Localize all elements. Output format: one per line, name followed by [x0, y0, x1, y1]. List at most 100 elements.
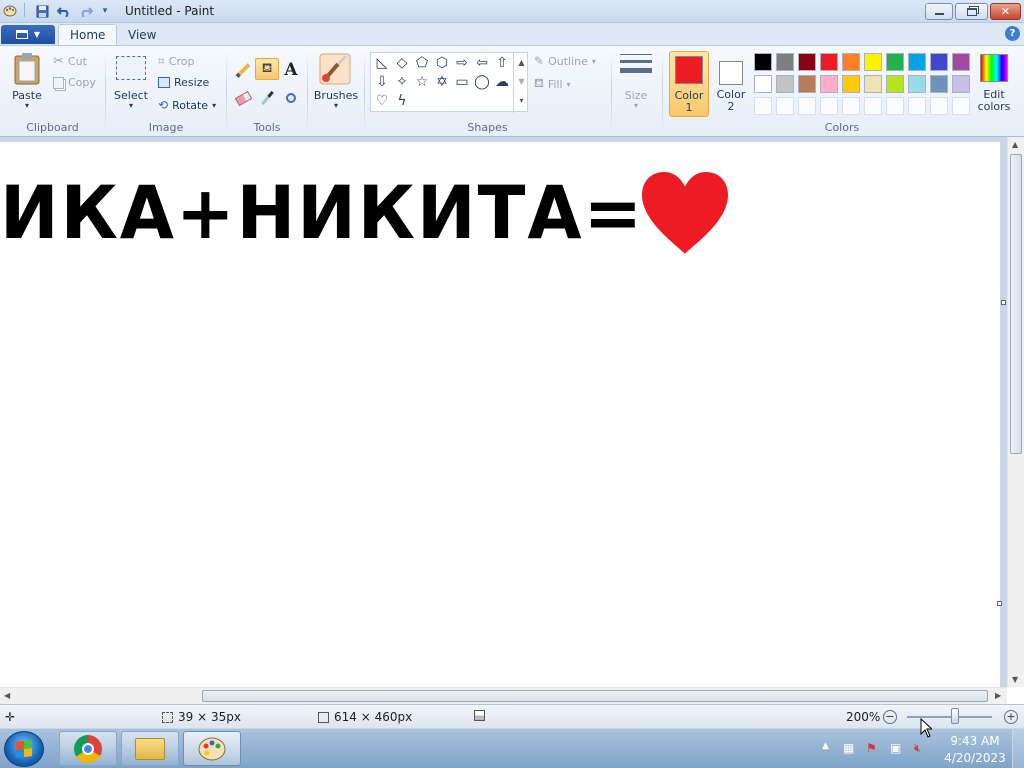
palette-custom-slot[interactable] — [952, 97, 970, 115]
palette-custom-slot[interactable] — [798, 97, 816, 115]
eraser-tool[interactable] — [233, 87, 253, 109]
canvas-resize-handle[interactable] — [997, 601, 1002, 606]
palette-swatch[interactable] — [886, 53, 904, 71]
diamond-icon[interactable]: ◇ — [393, 54, 411, 72]
paste-button[interactable] — [12, 52, 42, 86]
arrow-down-icon[interactable]: ⇩ — [373, 73, 391, 91]
size-dropdown-icon[interactable]: ▾ — [616, 101, 656, 110]
scroll-down-icon[interactable]: ▼ — [514, 72, 529, 91]
oval-callout-icon[interactable]: ◯ — [473, 73, 491, 91]
palette-custom-slot[interactable] — [886, 97, 904, 115]
zoom-in-button[interactable]: + — [1004, 710, 1018, 724]
five-point-star-icon[interactable]: ☆ — [413, 73, 431, 91]
horizontal-scroll-thumb[interactable] — [202, 690, 988, 702]
taskbar-explorer[interactable] — [121, 731, 179, 766]
palette-swatch[interactable] — [886, 75, 904, 93]
text-tool[interactable]: A — [281, 59, 301, 81]
drawing-canvas[interactable]: ИКА+НИКИТА= — [0, 142, 1000, 687]
paint-menu-button[interactable]: ▼ — [1, 25, 55, 44]
minimize-button[interactable] — [925, 3, 953, 20]
taskbar-clock[interactable]: 9:43 AM 4/20/2023 — [940, 733, 1010, 767]
palette-custom-slot[interactable] — [908, 97, 926, 115]
gallery-expand-icon[interactable]: ▾ — [514, 91, 529, 110]
palette-custom-slot[interactable] — [864, 97, 882, 115]
palette-custom-slot[interactable] — [842, 97, 860, 115]
palette-swatch[interactable] — [754, 75, 772, 93]
zoom-slider-thumb[interactable] — [951, 708, 959, 724]
palette-swatch[interactable] — [952, 75, 970, 93]
taskbar-paint[interactable] — [183, 731, 241, 766]
palette-swatch[interactable] — [820, 53, 838, 71]
palette-swatch[interactable] — [842, 75, 860, 93]
horizontal-scrollbar[interactable]: ◀ ▶ — [0, 687, 1007, 704]
arrow-right-icon[interactable]: ⇨ — [453, 54, 471, 72]
vertical-scroll-thumb[interactable] — [1010, 154, 1022, 454]
palette-swatch[interactable] — [754, 53, 772, 71]
palette-swatch[interactable] — [798, 75, 816, 93]
palette-custom-slot[interactable] — [930, 97, 948, 115]
restore-button[interactable] — [955, 3, 988, 20]
qat-customize-icon[interactable]: ▾ — [98, 3, 112, 19]
arrow-up-icon[interactable]: ⇧ — [493, 54, 511, 72]
rotate-button[interactable]: ⟲ Rotate ▾ — [158, 98, 216, 112]
close-button[interactable]: ✕ — [990, 3, 1021, 20]
palette-swatch[interactable] — [798, 53, 816, 71]
palette-swatch[interactable] — [864, 75, 882, 93]
palette-swatch[interactable] — [864, 53, 882, 71]
color1-button[interactable]: Color 1 — [669, 51, 709, 117]
start-button[interactable] — [4, 731, 44, 767]
save-icon[interactable] — [34, 3, 50, 19]
scroll-left-icon[interactable]: ◀ — [4, 691, 10, 700]
tray-volume-muted-icon[interactable]: 🔇︎ — [914, 741, 922, 756]
palette-swatch[interactable] — [930, 53, 948, 71]
fill-tool[interactable]: ⛾ — [255, 58, 279, 80]
scroll-up-icon[interactable]: ▲ — [514, 53, 529, 72]
copy-button[interactable]: Copy — [53, 76, 96, 89]
six-point-star-icon[interactable]: ✡ — [433, 73, 451, 91]
palette-swatch[interactable] — [908, 75, 926, 93]
magnifier-tool[interactable] — [281, 87, 301, 109]
palette-swatch[interactable] — [776, 53, 794, 71]
paint-app-icon[interactable] — [2, 3, 18, 19]
canvas-resize-handle[interactable] — [1001, 300, 1006, 305]
palette-custom-slot[interactable] — [754, 97, 772, 115]
cloud-callout-icon[interactable]: ☁ — [493, 73, 511, 91]
redo-icon[interactable] — [78, 3, 94, 19]
brushes-dropdown-icon[interactable]: ▾ — [313, 101, 359, 110]
palette-custom-slot[interactable] — [776, 97, 794, 115]
help-icon[interactable]: ? — [1005, 26, 1020, 41]
scroll-up-icon[interactable]: ▲ — [1012, 140, 1018, 149]
tab-home[interactable]: Home — [58, 24, 118, 45]
palette-swatch[interactable] — [820, 75, 838, 93]
size-button[interactable] — [620, 54, 652, 73]
arrow-left-icon[interactable]: ⇦ — [473, 54, 491, 72]
palette-swatch[interactable] — [952, 53, 970, 71]
select-button[interactable] — [116, 56, 146, 80]
tray-network-icon[interactable]: ▦ — [843, 741, 854, 755]
brushes-button[interactable] — [318, 52, 352, 86]
undo-icon[interactable] — [56, 3, 72, 19]
right-triangle-icon[interactable]: ◺ — [373, 54, 391, 72]
palette-swatch[interactable] — [930, 75, 948, 93]
cut-button[interactable]: ✂ Cut — [53, 54, 87, 69]
show-desktop-button[interactable] — [1012, 729, 1024, 768]
taskbar-chrome[interactable] — [59, 731, 117, 766]
edit-colors-button[interactable]: Edit colors — [975, 52, 1013, 118]
tab-view[interactable]: View — [117, 24, 167, 45]
four-point-star-icon[interactable]: ✧ — [393, 73, 411, 91]
resize-button[interactable]: Resize — [158, 76, 209, 89]
scroll-down-icon[interactable]: ▼ — [1012, 675, 1018, 684]
fill-button[interactable]: ⛾ Fill ▾ — [534, 76, 571, 92]
scroll-right-icon[interactable]: ▶ — [995, 691, 1001, 700]
palette-swatch[interactable] — [842, 53, 860, 71]
vertical-scrollbar[interactable]: ▲ ▼ — [1007, 137, 1024, 687]
select-dropdown-icon[interactable]: ▾ — [110, 101, 152, 110]
paste-dropdown-icon[interactable]: ▾ — [8, 101, 46, 110]
color-picker-tool[interactable] — [257, 87, 277, 109]
pentagon-icon[interactable]: ⬠ — [413, 54, 431, 72]
outline-button[interactable]: ✎ Outline ▾ — [534, 54, 596, 68]
pencil-tool[interactable] — [233, 59, 253, 81]
hexagon-icon[interactable]: ⬡ — [433, 54, 451, 72]
tray-expand-icon[interactable]: ▲ — [822, 741, 829, 751]
palette-custom-slot[interactable] — [820, 97, 838, 115]
